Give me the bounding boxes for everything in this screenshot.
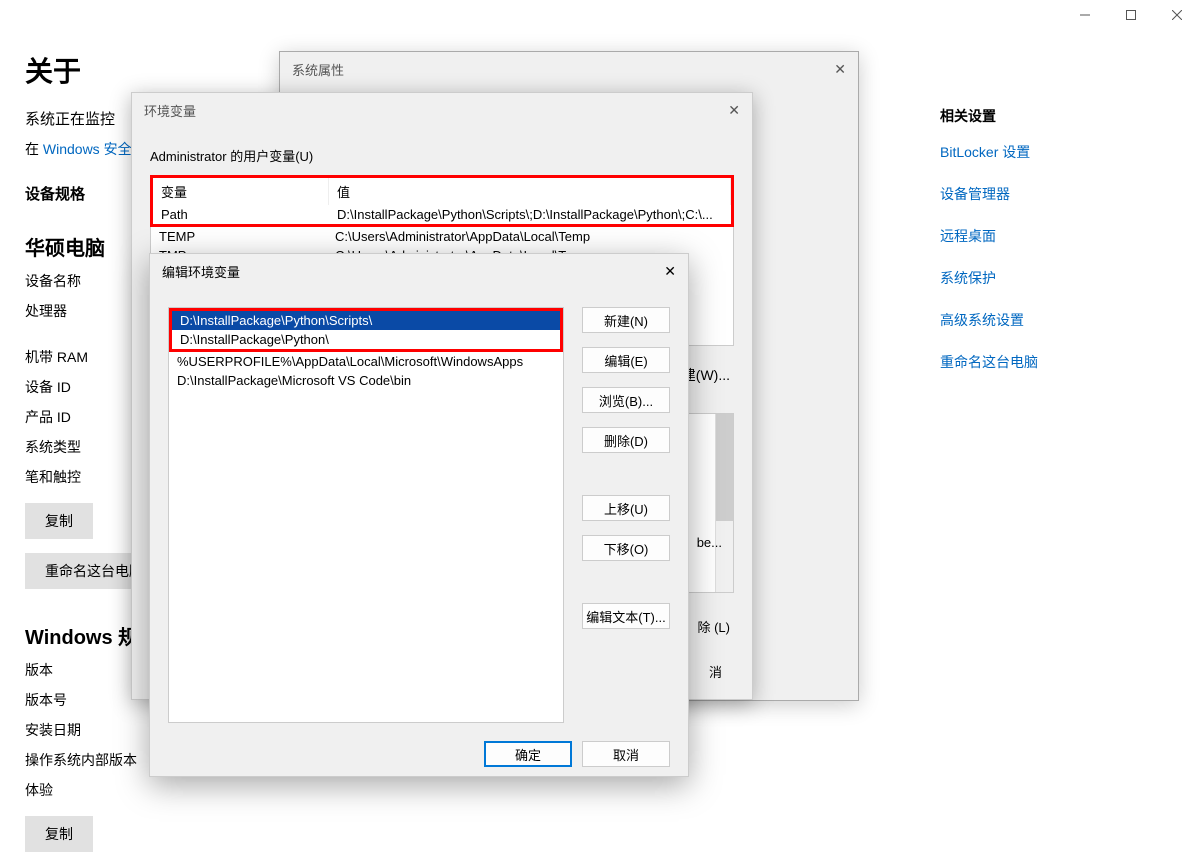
scrollbar[interactable] — [715, 414, 733, 592]
col-name[interactable]: 变量 — [153, 178, 329, 205]
browse-button[interactable]: 浏览(B)... — [582, 387, 670, 413]
edit-close-icon[interactable]: ✕ — [664, 263, 676, 280]
minimize-button[interactable] — [1062, 0, 1108, 30]
windows-security-link[interactable]: Windows 安全 — [43, 141, 132, 157]
delete-button[interactable]: 删除(D) — [582, 427, 670, 453]
path-entry-selected[interactable]: D:\InstallPackage\Python\Scripts\ — [172, 311, 560, 330]
sysprop-close-icon[interactable]: ✕ — [834, 61, 846, 78]
env-title: 环境变量 — [144, 101, 196, 120]
env-cancel-partial[interactable]: 消 — [709, 662, 722, 681]
env-titlebar[interactable]: 环境变量 ✕ — [132, 93, 752, 128]
maximize-button[interactable] — [1108, 0, 1154, 30]
link-advanced-system[interactable]: 高级系统设置 — [940, 310, 1038, 330]
path-entry[interactable]: %USERPROFILE%\AppData\Local\Microsoft\Wi… — [169, 352, 563, 371]
scroll-thumb[interactable] — [716, 414, 733, 521]
related-settings: 相关设置 BitLocker 设置 设备管理器 远程桌面 系统保护 高级系统设置… — [940, 106, 1038, 394]
user-vars-table[interactable]: 变量 值 Path D:\InstallPackage\Python\Scrip… — [150, 175, 734, 227]
move-down-button[interactable]: 下移(O) — [582, 535, 670, 561]
edit-text-button[interactable]: 编辑文本(T)... — [582, 603, 670, 629]
path-entry[interactable]: D:\InstallPackage\Python\ — [172, 330, 560, 349]
path-entries-list[interactable]: D:\InstallPackage\Python\Scripts\ D:\Ins… — [168, 307, 564, 723]
new-button[interactable]: 新建(N) — [582, 307, 670, 333]
edit-env-var-dialog: 编辑环境变量 ✕ D:\InstallPackage\Python\Script… — [149, 253, 689, 777]
user-vars-header: 变量 值 — [153, 178, 731, 205]
edit-button[interactable]: 编辑(E) — [582, 347, 670, 373]
link-device-manager[interactable]: 设备管理器 — [940, 184, 1038, 204]
path-entry[interactable]: D:\InstallPackage\Microsoft VS Code\bin — [169, 371, 563, 390]
link-system-protection[interactable]: 系统保护 — [940, 268, 1038, 288]
env-new-button-partial[interactable]: 建(W)... — [682, 365, 730, 385]
cancel-button[interactable]: 取消 — [582, 741, 670, 767]
col-value[interactable]: 值 — [329, 178, 731, 205]
ok-button[interactable]: 确定 — [484, 741, 572, 767]
sysprop-titlebar[interactable]: 系统属性 ✕ — [280, 52, 858, 87]
cell-value: D:\InstallPackage\Python\Scripts\;D:\Ins… — [329, 205, 731, 224]
security-link-pre: 在 — [25, 141, 43, 157]
copy-button-1[interactable]: 复制 — [25, 503, 93, 539]
copy-button-2[interactable]: 复制 — [25, 816, 93, 852]
edit-title: 编辑环境变量 — [162, 262, 240, 281]
close-button[interactable] — [1154, 0, 1200, 30]
user-var-row-temp[interactable]: TEMP C:\Users\Administrator\AppData\Loca… — [151, 227, 733, 246]
edit-titlebar[interactable]: 编辑环境变量 ✕ — [150, 254, 688, 289]
user-var-row-path[interactable]: Path D:\InstallPackage\Python\Scripts\;D… — [153, 205, 731, 224]
cell-name: TEMP — [151, 227, 327, 246]
sys-be-partial: be... — [697, 535, 722, 550]
user-vars-label: Administrator 的用户变量(U) — [150, 146, 734, 165]
link-bitlocker[interactable]: BitLocker 设置 — [940, 142, 1038, 162]
window-controls — [1062, 0, 1200, 30]
cell-value: C:\Users\Administrator\AppData\Local\Tem… — [327, 227, 733, 246]
cell-name: Path — [153, 205, 329, 224]
env-delete-button-partial[interactable]: 除 (L) — [697, 617, 730, 636]
link-remote-desktop[interactable]: 远程桌面 — [940, 226, 1038, 246]
move-up-button[interactable]: 上移(U) — [582, 495, 670, 521]
related-heading: 相关设置 — [940, 106, 1038, 126]
env-close-icon[interactable]: ✕ — [728, 102, 740, 119]
link-rename-pc[interactable]: 重命名这台电脑 — [940, 352, 1038, 372]
sysprop-title: 系统属性 — [292, 60, 344, 79]
